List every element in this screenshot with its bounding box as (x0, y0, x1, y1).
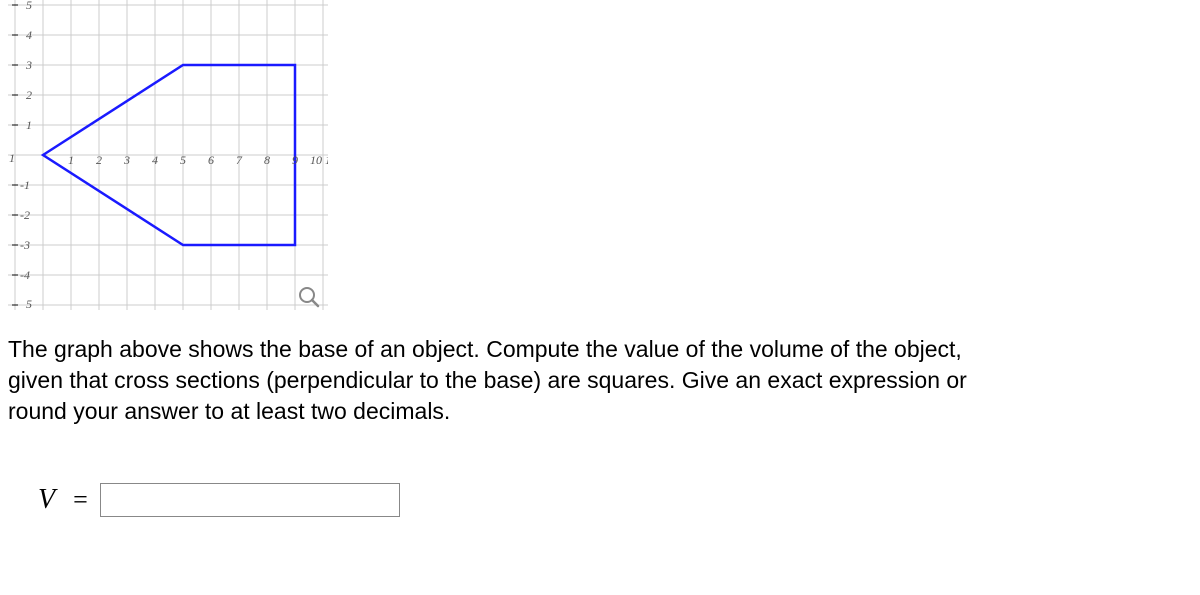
x-tick-2: 2 (96, 153, 102, 167)
y-tick-n1: -1 (20, 178, 30, 192)
x-tick-9: 9 (292, 153, 298, 167)
x-tick-6: 6 (208, 153, 214, 167)
y-tick-n5: 5 (26, 297, 32, 310)
y-tick-5: 5 (26, 0, 32, 12)
magnify-icon[interactable] (298, 286, 320, 308)
x-tick-8: 8 (264, 153, 270, 167)
volume-input[interactable] (100, 483, 400, 517)
y-axis-origin: 1 (9, 151, 15, 165)
graph-plot: 5 4 3 2 1 1 -1 -2 -3 -4 5 1 2 3 4 5 6 7 … (8, 0, 328, 310)
y-tick-3: 3 (25, 58, 32, 72)
x-tick-10: 10 (310, 153, 322, 167)
y-tick-2: 2 (26, 88, 32, 102)
y-tick-n2: -2 (20, 208, 30, 222)
x-tick-3: 3 (123, 153, 130, 167)
volume-label: V (38, 484, 55, 516)
x-tick-4: 4 (152, 153, 158, 167)
y-tick-n3: -3 (20, 238, 30, 252)
y-tick-4: 4 (26, 28, 32, 42)
y-tick-n4: -4 (20, 268, 30, 282)
x-tick-5: 5 (180, 153, 186, 167)
answer-row: V = (38, 483, 1200, 517)
y-tick-1: 1 (26, 118, 32, 132)
problem-statement: The graph above shows the base of an obj… (8, 334, 988, 427)
x-tick-1: 1 (68, 153, 74, 167)
x-tick-11: 1 (325, 153, 328, 167)
coordinate-grid: 5 4 3 2 1 1 -1 -2 -3 -4 5 1 2 3 4 5 6 7 … (8, 0, 328, 310)
equals-sign: = (73, 485, 88, 515)
x-tick-7: 7 (236, 153, 243, 167)
